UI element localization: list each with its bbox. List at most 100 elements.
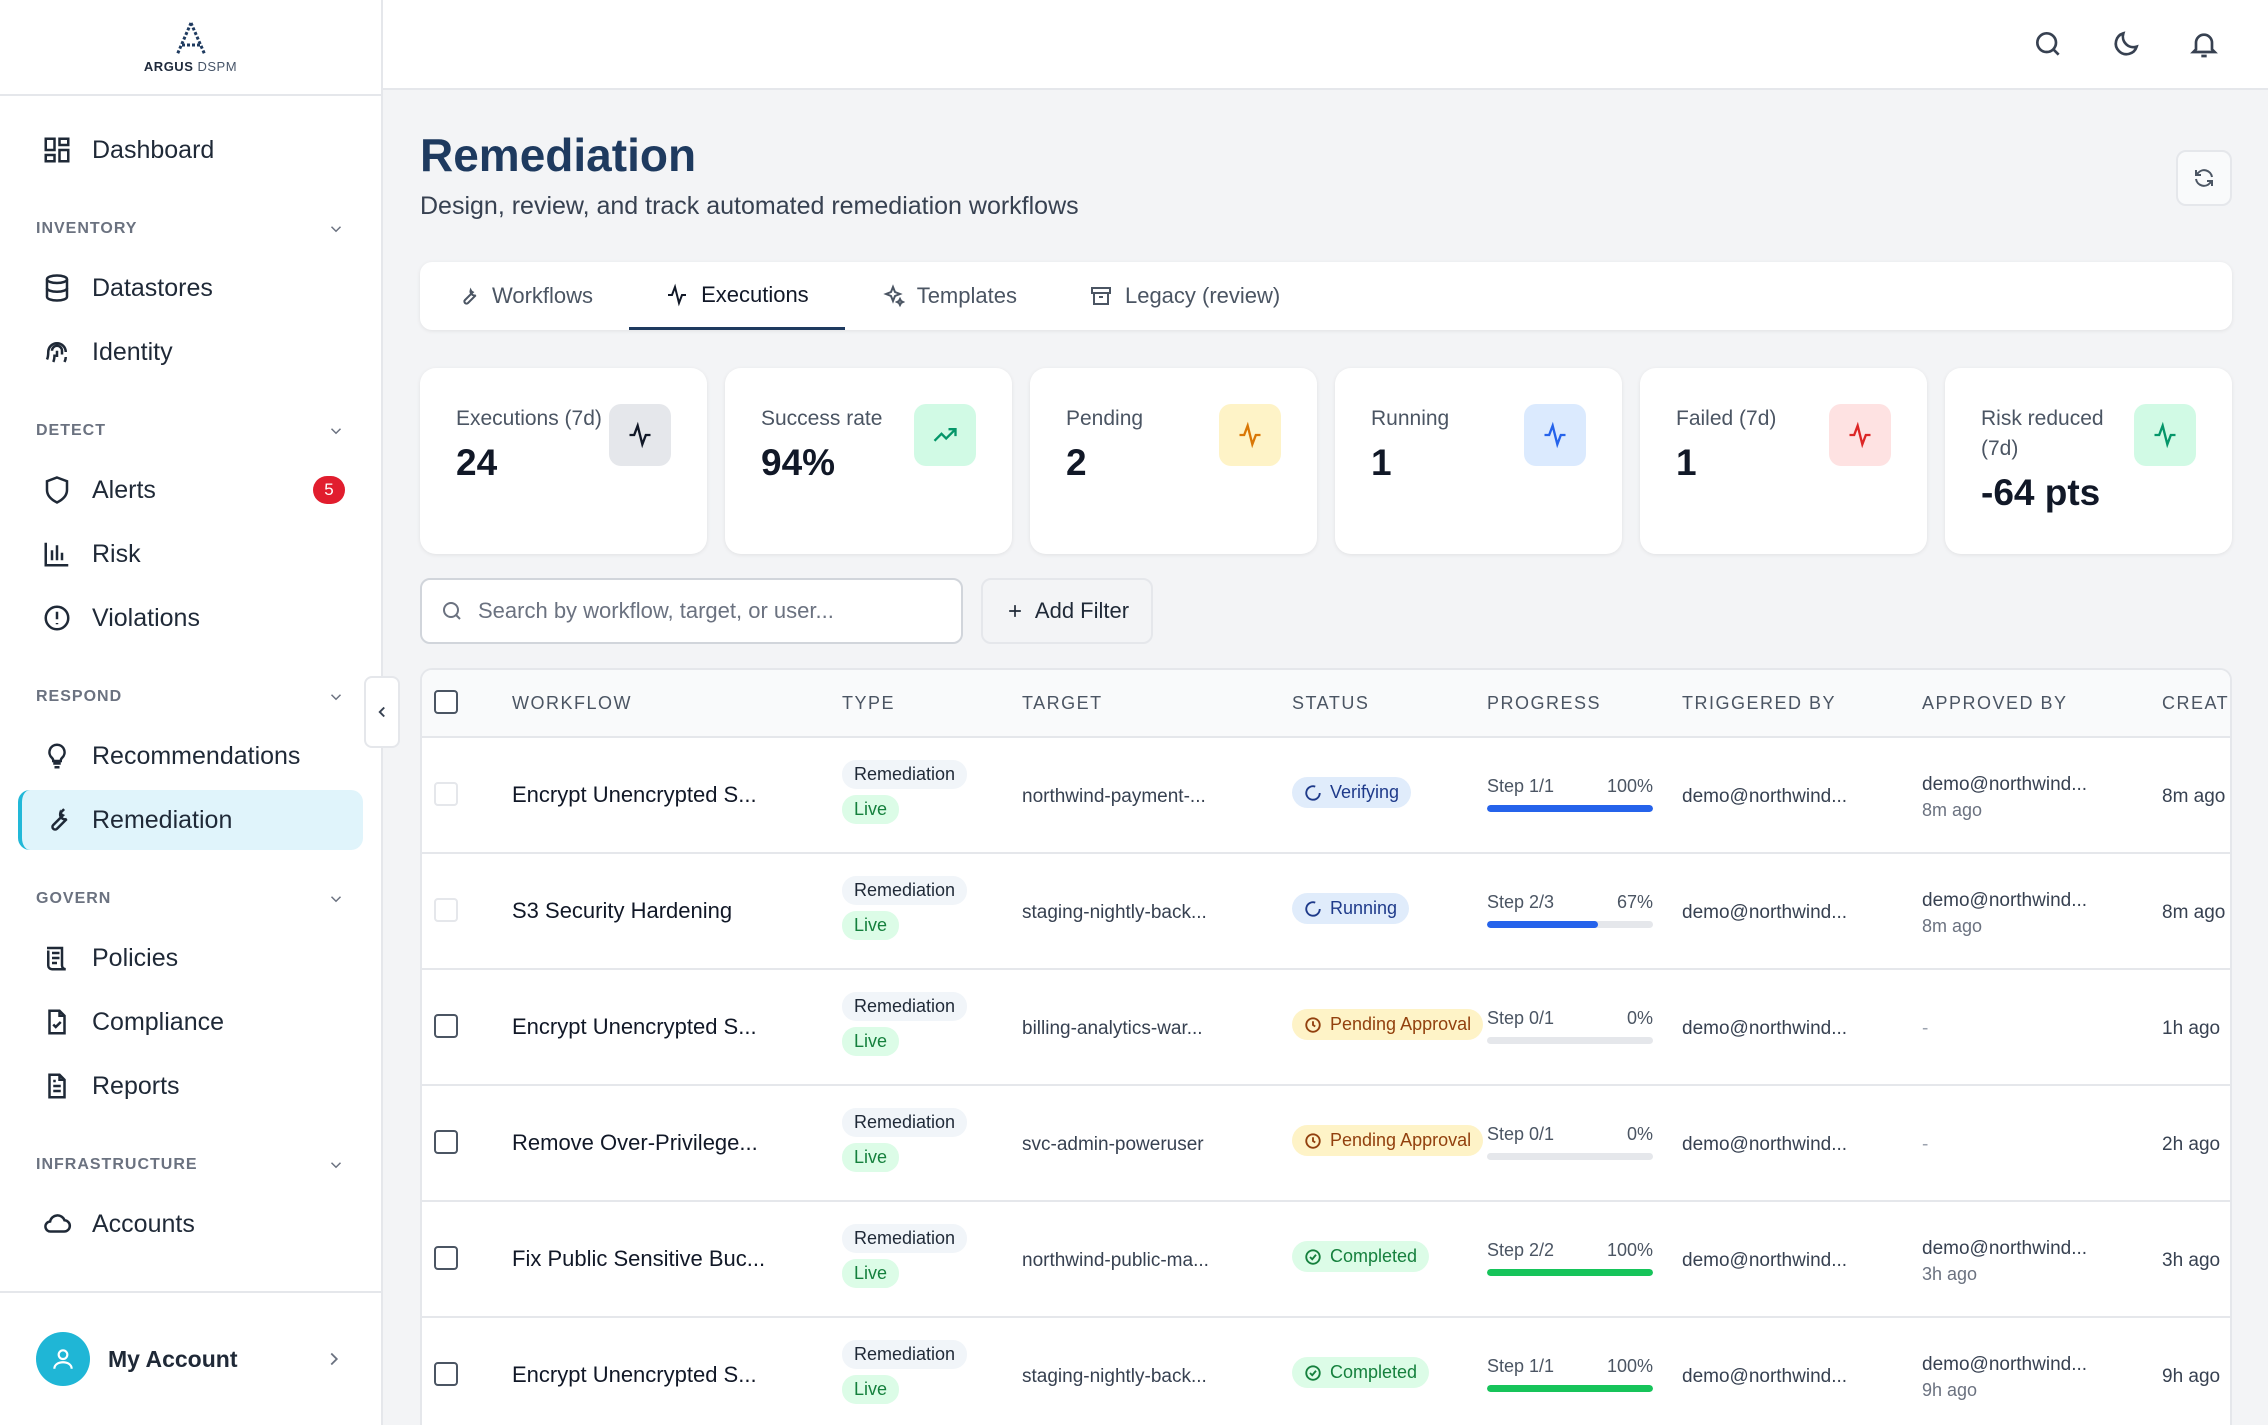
- progress-step: Step 2/2: [1487, 1240, 1555, 1260]
- status-badge: Completed: [1292, 1241, 1430, 1272]
- col-target[interactable]: TARGET: [1022, 693, 1103, 714]
- row-checkbox[interactable]: [434, 782, 458, 806]
- sidebar-item-remediation[interactable]: Remediation: [18, 790, 363, 850]
- stat-card-success-rate: Success rate 94%: [725, 368, 1012, 554]
- approved-by-cell: -: [1922, 1134, 1928, 1156]
- type-badge: Remediation: [842, 1108, 968, 1137]
- account-menu[interactable]: My Account: [0, 1291, 381, 1425]
- section-infrastructure[interactable]: INFRASTRUCTURE: [18, 1120, 363, 1190]
- workflow-name[interactable]: Encrypt Unencrypted S...: [512, 782, 757, 808]
- target-cell[interactable]: staging-nightly-back...: [1022, 1366, 1207, 1388]
- sidebar-item-label: Remediation: [92, 805, 233, 834]
- progress-pct: 100%: [1606, 776, 1653, 796]
- target-cell[interactable]: northwind-public-ma...: [1022, 1250, 1209, 1272]
- sidebar-item-datastores[interactable]: Datastores: [18, 258, 363, 318]
- col-created[interactable]: CREATE: [2162, 693, 2230, 714]
- approved-by: demo@northwind...: [1922, 1354, 2088, 1375]
- wrench-icon: [51, 808, 68, 831]
- sidebar-item-label: Dashboard: [92, 135, 215, 164]
- tab-templates[interactable]: Templates: [845, 262, 1053, 330]
- stat-icon-box: [1219, 404, 1281, 466]
- col-status[interactable]: STATUS: [1292, 693, 1369, 714]
- type-cell: Remediation Live: [842, 1340, 968, 1404]
- alerts-count-badge: 5: [313, 476, 345, 504]
- add-filter-button[interactable]: Add Filter: [981, 578, 1153, 644]
- workflow-name[interactable]: S3 Security Hardening: [512, 898, 732, 924]
- avatar: [36, 1332, 90, 1386]
- section-label: DETECT: [36, 422, 106, 439]
- row-checkbox[interactable]: [434, 1246, 458, 1270]
- table-row[interactable]: S3 Security Hardening Remediation Live s…: [422, 854, 2230, 970]
- sidebar-item-label: Compliance: [92, 1007, 225, 1036]
- stat-label: Risk reduced (7d): [1981, 407, 2104, 460]
- col-type[interactable]: TYPE: [842, 693, 895, 714]
- workflow-name[interactable]: Remove Over-Privilege...: [512, 1130, 758, 1156]
- sidebar-item-dashboard[interactable]: Dashboard: [18, 120, 363, 180]
- moon-icon[interactable]: [2110, 28, 2142, 60]
- row-checkbox[interactable]: [434, 1014, 458, 1038]
- approved-by: -: [1922, 1018, 1929, 1039]
- row-checkbox[interactable]: [434, 898, 458, 922]
- row-checkbox[interactable]: [434, 1362, 458, 1386]
- target-cell[interactable]: staging-nightly-back...: [1022, 902, 1207, 924]
- sidebar-item-risk[interactable]: Risk: [18, 524, 363, 584]
- sidebar-item-label: Policies: [92, 943, 179, 972]
- section-govern[interactable]: GOVERN: [18, 854, 363, 924]
- triggered-by: demo@northwind...: [1682, 786, 1848, 807]
- sidebar-item-compliance[interactable]: Compliance: [18, 992, 363, 1052]
- status-badge: Pending Approval: [1292, 1125, 1484, 1156]
- target-cell[interactable]: northwind-payment-...: [1022, 786, 1206, 808]
- sidebar-item-alerts[interactable]: Alerts 5: [18, 460, 363, 520]
- created-at: 8m ago: [2162, 786, 2226, 807]
- bell-icon[interactable]: [2188, 28, 2220, 60]
- collapse-sidebar-button[interactable]: [364, 676, 400, 748]
- workflow-name[interactable]: Encrypt Unencrypted S...: [512, 1014, 757, 1040]
- workflow-name[interactable]: Fix Public Sensitive Buc...: [512, 1246, 765, 1272]
- select-all-checkbox[interactable]: [434, 690, 458, 714]
- search-icon[interactable]: [2032, 28, 2064, 60]
- search-input[interactable]: [478, 598, 938, 624]
- section-detect[interactable]: DETECT: [18, 386, 363, 456]
- progress-bar: [1487, 1269, 1653, 1276]
- progress-step: Step 0/1: [1487, 1124, 1555, 1144]
- sidebar-item-accounts[interactable]: Accounts: [18, 1194, 363, 1254]
- col-triggered-by[interactable]: TRIGGERED BY: [1682, 693, 1836, 714]
- progress-cell: Step 0/1 0%: [1487, 1008, 1653, 1044]
- executions-table: WORKFLOW TYPE TARGET STATUS PROGRESS TRI…: [420, 668, 2232, 1425]
- plus-icon: [1009, 605, 1021, 617]
- page-title: Remediation: [420, 129, 697, 181]
- sidebar-item-policies[interactable]: Policies: [18, 928, 363, 988]
- workflow-name[interactable]: Encrypt Unencrypted S...: [512, 1362, 757, 1388]
- col-progress[interactable]: PROGRESS: [1487, 693, 1601, 714]
- table-row[interactable]: Encrypt Unencrypted S... Remediation Liv…: [422, 1318, 2230, 1425]
- row-checkbox[interactable]: [434, 1130, 458, 1154]
- sidebar-item-identity[interactable]: Identity: [18, 322, 363, 382]
- approved-ago: 8m ago: [1922, 800, 1983, 820]
- approved-by: -: [1922, 1134, 1929, 1155]
- table-row[interactable]: Encrypt Unencrypted S... Remediation Liv…: [422, 970, 2230, 1086]
- col-workflow[interactable]: WORKFLOW: [512, 693, 632, 714]
- status-text: Completed: [1330, 1246, 1418, 1266]
- tab-workflows[interactable]: Workflows: [420, 262, 629, 330]
- lightbulb-icon: [48, 743, 66, 769]
- tab-legacy-review[interactable]: Legacy (review): [1053, 262, 1316, 330]
- refresh-button[interactable]: [2176, 150, 2232, 206]
- table-row[interactable]: Remove Over-Privilege... Remediation Liv…: [422, 1086, 2230, 1202]
- col-approved-by[interactable]: APPROVED BY: [1922, 693, 2068, 714]
- section-respond[interactable]: RESPOND: [18, 652, 363, 722]
- brand-name: ARGUS DSPM: [143, 58, 238, 74]
- created-at: 8m ago: [2162, 902, 2226, 923]
- target-cell[interactable]: svc-admin-poweruser: [1022, 1134, 1204, 1156]
- status-text: Running: [1330, 898, 1398, 918]
- type-badge: Remediation: [842, 1340, 968, 1369]
- section-inventory[interactable]: INVENTORY: [18, 184, 363, 254]
- triggered-by: demo@northwind...: [1682, 1134, 1848, 1155]
- logo[interactable]: ARGUS DSPM: [0, 0, 381, 96]
- sidebar-item-violations[interactable]: Violations: [18, 588, 363, 648]
- table-row[interactable]: Encrypt Unencrypted S... Remediation Liv…: [422, 738, 2230, 854]
- sidebar-item-reports[interactable]: Reports: [18, 1056, 363, 1116]
- target-cell[interactable]: billing-analytics-war...: [1022, 1018, 1203, 1040]
- table-row[interactable]: Fix Public Sensitive Buc... Remediation …: [422, 1202, 2230, 1318]
- tab-executions[interactable]: Executions: [629, 262, 845, 330]
- sidebar-item-recommendations[interactable]: Recommendations: [18, 726, 363, 786]
